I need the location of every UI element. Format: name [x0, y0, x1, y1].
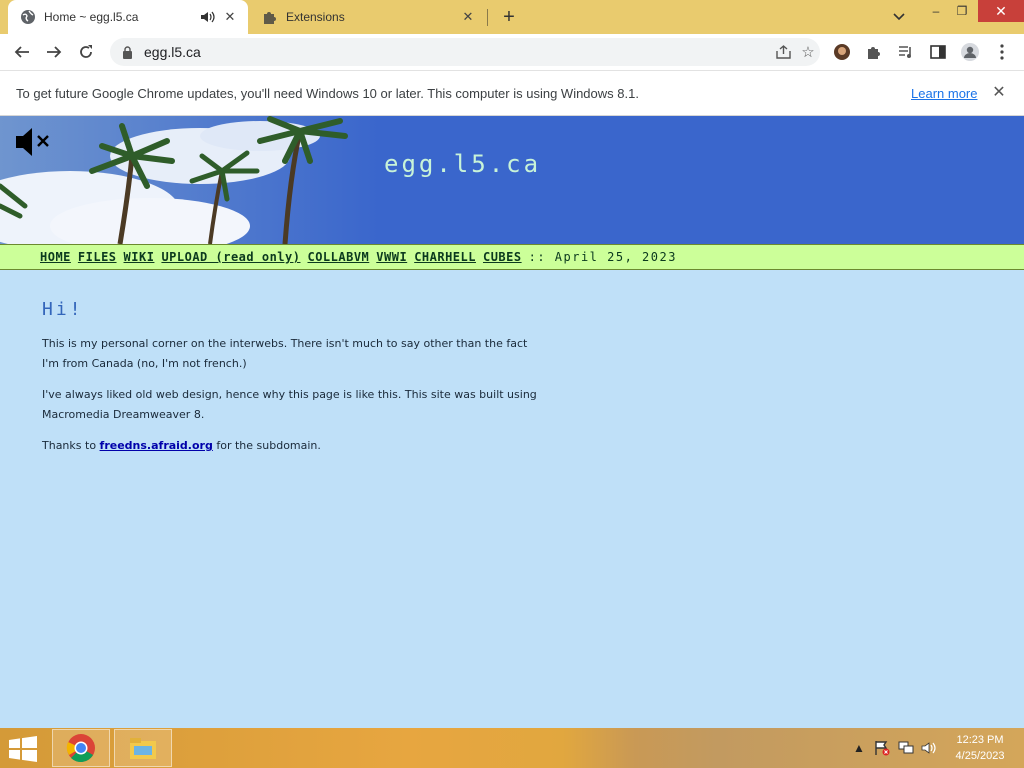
tab-close-icon[interactable]: ✕	[460, 9, 476, 25]
freedns-link[interactable]: freedns.afraid.org	[100, 439, 213, 452]
media-controls-icon[interactable]	[894, 40, 918, 64]
clock-date: 4/25/2023	[955, 750, 1005, 762]
restore-button[interactable]: ❐	[950, 0, 974, 22]
file-explorer-icon	[130, 738, 156, 759]
infobar-close-icon[interactable]: ✕	[990, 83, 1008, 101]
tab-close-icon[interactable]: ✕	[222, 9, 238, 25]
tab-separator	[487, 9, 488, 26]
tab-extensions[interactable]: Extensions ✕	[250, 0, 486, 34]
new-tab-button[interactable]: +	[498, 6, 520, 28]
learn-more-link[interactable]: Learn more	[911, 86, 977, 101]
action-center-flag-icon[interactable]	[873, 740, 891, 756]
infobar-message: To get future Google Chrome updates, you…	[16, 86, 639, 101]
site-title: egg.l5.ca	[384, 150, 542, 178]
menu-kebab-icon[interactable]	[990, 40, 1014, 64]
speaker-icon[interactable]	[200, 9, 216, 25]
update-infobar: To get future Google Chrome updates, you…	[0, 70, 1024, 116]
nav-upload[interactable]: UPLOAD (read only)	[161, 250, 300, 264]
address-bar[interactable]: egg.l5.ca ☆	[110, 38, 820, 66]
puzzle-icon	[262, 9, 278, 25]
share-icon[interactable]	[772, 40, 796, 64]
nav-vwwi[interactable]: VWWI	[376, 250, 407, 264]
profile-avatar-icon[interactable]	[958, 40, 982, 64]
thanks-prefix: Thanks to	[42, 439, 100, 452]
web-page: egg.l5.ca HOME FILES WIKI UPLOAD (read o…	[0, 116, 1024, 728]
nav-files[interactable]: FILES	[78, 250, 117, 264]
extension-avatar-icon[interactable]	[830, 40, 854, 64]
reload-icon[interactable]	[74, 40, 98, 64]
nav-cubes[interactable]: CUBES	[483, 250, 522, 264]
thanks-paragraph: Thanks to freedns.afraid.org for the sub…	[42, 436, 542, 456]
back-icon[interactable]	[10, 40, 34, 64]
side-panel-icon[interactable]	[926, 40, 950, 64]
url-text[interactable]: egg.l5.ca	[144, 44, 772, 60]
tab-strip: Home ~ egg.l5.ca ✕ Extensions ✕ + – ❐ ✕	[0, 0, 1024, 34]
volume-icon[interactable]	[920, 740, 938, 756]
taskbar-file-explorer[interactable]	[114, 729, 172, 767]
muted-speaker-icon[interactable]	[14, 126, 54, 158]
tab-home[interactable]: Home ~ egg.l5.ca ✕	[8, 0, 248, 34]
globe-icon	[20, 9, 36, 25]
chrome-icon	[66, 734, 95, 763]
network-icon[interactable]	[897, 740, 915, 756]
tab-search-chevron-icon[interactable]	[888, 6, 910, 28]
lock-icon[interactable]	[120, 45, 134, 59]
windows-taskbar: ▲ 12:23 PM 4/25/2023	[0, 728, 1024, 768]
tab-title: Extensions	[286, 10, 345, 24]
design-paragraph: I've always liked old web design, hence …	[42, 388, 537, 421]
nav-home[interactable]: HOME	[40, 250, 71, 264]
page-heading: Hi!	[42, 299, 84, 320]
taskbar-chrome[interactable]	[52, 729, 110, 767]
clock-time: 12:23 PM	[956, 734, 1004, 746]
browser-toolbar: egg.l5.ca ☆	[0, 34, 1024, 70]
site-nav: HOME FILES WIKI UPLOAD (read only) COLLA…	[0, 244, 1024, 270]
bookmark-star-icon[interactable]: ☆	[796, 40, 820, 64]
close-window-button[interactable]: ✕	[978, 0, 1024, 22]
nav-charhell[interactable]: CHARHELL	[414, 250, 476, 264]
thanks-suffix: for the subdomain.	[212, 439, 321, 452]
show-hidden-icons-chevron-icon[interactable]: ▲	[850, 740, 868, 756]
extensions-puzzle-icon[interactable]	[862, 40, 886, 64]
nav-date: :: April 25, 2023	[528, 250, 677, 264]
windows-start-icon[interactable]	[8, 736, 38, 762]
nav-collabvm[interactable]: COLLABVM	[307, 250, 369, 264]
intro-paragraph: This is my personal corner on the interw…	[42, 337, 528, 370]
system-clock[interactable]: 12:23 PM 4/25/2023	[940, 732, 1020, 764]
main-content: Hi! This is my personal corner on the in…	[42, 300, 542, 467]
minimize-button[interactable]: –	[925, 0, 947, 22]
nav-wiki[interactable]: WIKI	[124, 250, 155, 264]
tab-title: Home ~ egg.l5.ca	[44, 10, 139, 24]
site-banner: egg.l5.ca	[0, 116, 1024, 244]
palm-trees-image	[0, 116, 380, 244]
forward-icon[interactable]	[42, 40, 66, 64]
